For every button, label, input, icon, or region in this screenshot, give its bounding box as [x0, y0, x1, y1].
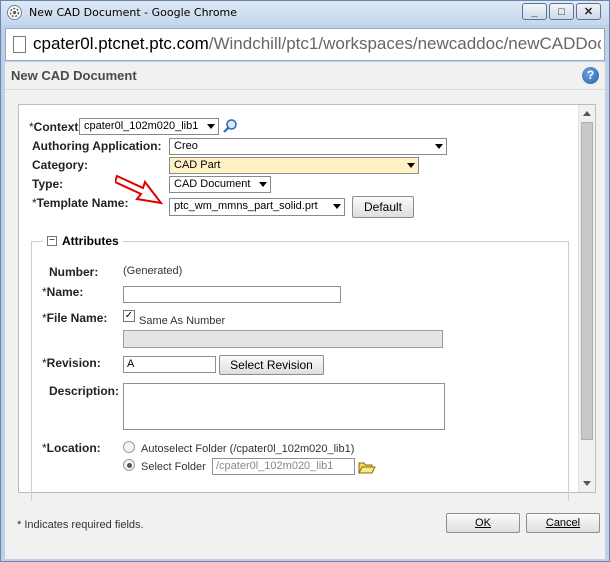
page-content: New CAD Document ? *Context cpater0l_102…: [5, 62, 605, 559]
folder-browse-icon[interactable]: [358, 460, 376, 474]
close-button[interactable]: ✕: [576, 3, 601, 20]
window-title: New CAD Document - Google Chrome: [29, 6, 238, 19]
annotation-arrow-icon: [115, 174, 164, 205]
type-select[interactable]: CAD Document: [169, 176, 271, 193]
location-label: *Location:: [42, 441, 101, 455]
vertical-scrollbar[interactable]: [578, 105, 595, 492]
name-input[interactable]: [123, 286, 341, 303]
default-template-button[interactable]: Default: [352, 196, 414, 218]
context-label: *Context: [29, 120, 79, 134]
file-name-label: *File Name:: [42, 311, 108, 325]
number-label: Number:: [49, 265, 99, 279]
help-icon[interactable]: ?: [582, 67, 599, 84]
template-select[interactable]: ptc_wm_mmns_part_solid.prt: [169, 198, 345, 216]
context-search-icon[interactable]: [222, 118, 238, 134]
attributes-legend-text: Attributes: [62, 234, 119, 248]
window-titlebar[interactable]: New CAD Document - Google Chrome _ □ ✕: [1, 1, 609, 25]
context-select[interactable]: cpater0l_102m020_lib1: [79, 118, 219, 135]
authoring-app-label: Authoring Application:: [32, 139, 162, 153]
ok-button[interactable]: OK: [446, 513, 520, 533]
number-value: (Generated): [123, 265, 183, 277]
autoselect-folder-label: Autoselect Folder (/cpater0l_102m020_lib…: [141, 443, 355, 455]
name-label: *Name:: [42, 285, 84, 299]
revision-input[interactable]: A: [123, 356, 216, 373]
autoselect-folder-radio[interactable]: [123, 441, 135, 453]
type-label: Type:: [32, 177, 64, 191]
attributes-legend[interactable]: − Attributes: [43, 234, 123, 248]
file-name-input: [123, 330, 443, 348]
cancel-button[interactable]: Cancel: [526, 513, 600, 533]
select-folder-radio[interactable]: [123, 459, 135, 471]
category-select[interactable]: CAD Part: [169, 157, 419, 174]
same-as-number-label: Same As Number: [139, 315, 226, 327]
url-host: cpater0l.ptcnet.ptc.com: [33, 34, 209, 53]
description-label: Description:: [49, 384, 120, 398]
browser-window: New CAD Document - Google Chrome _ □ ✕ c…: [0, 0, 610, 562]
url-text[interactable]: cpater0l.ptcnet.ptc.com/Windchill/ptc1/w…: [33, 34, 601, 54]
maximize-button[interactable]: □: [549, 3, 574, 20]
category-label: Category:: [32, 158, 89, 172]
minimize-button[interactable]: _: [522, 3, 547, 20]
address-bar[interactable]: cpater0l.ptcnet.ptc.com/Windchill/ptc1/w…: [5, 28, 605, 61]
select-folder-label: Select Folder: [141, 461, 206, 473]
same-as-number-checkbox[interactable]: ✓: [123, 310, 135, 322]
required-fields-note: * Indicates required fields.: [17, 519, 144, 531]
page-title: New CAD Document: [11, 68, 137, 83]
revision-label: *Revision:: [42, 356, 101, 370]
page-icon: [13, 36, 26, 53]
description-textarea[interactable]: [123, 383, 445, 430]
page-header: New CAD Document ?: [5, 62, 605, 90]
url-path: /Windchill/ptc1/workspaces/newcaddoc/new…: [208, 34, 601, 53]
template-label: *Template Name:: [32, 196, 129, 210]
scrollbar-thumb[interactable]: [581, 122, 593, 440]
select-revision-button[interactable]: Select Revision: [219, 355, 324, 375]
collapse-toggle-icon[interactable]: −: [47, 236, 57, 246]
chrome-app-icon: [7, 5, 22, 20]
scroll-down-icon[interactable]: [583, 481, 591, 486]
authoring-app-select[interactable]: Creo: [169, 138, 447, 155]
folder-path-input[interactable]: /cpater0l_102m020_lib1: [212, 458, 355, 475]
scroll-up-icon[interactable]: [583, 111, 591, 116]
form-panel: *Context cpater0l_102m020_lib1 Authoring…: [18, 104, 596, 501]
